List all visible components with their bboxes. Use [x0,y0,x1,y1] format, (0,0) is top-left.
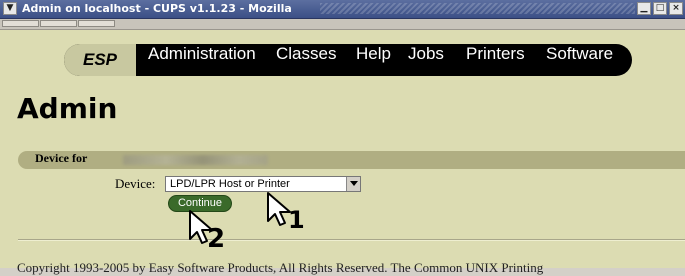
minimize-button[interactable]: ▁ [637,2,651,15]
section-label: Device for [35,151,88,165]
maximize-button[interactable]: □ [653,2,667,15]
window-title: Admin on localhost - CUPS v1.1.23 - Mozi… [22,2,292,15]
browser-tab[interactable] [2,20,39,27]
chevron-down-icon [350,181,358,186]
browser-tab[interactable] [40,20,77,27]
callout-number-1: 1 [288,206,305,234]
nav-item-jobs[interactable]: Jobs [408,44,444,76]
window-menu-button[interactable]: ▼ [3,2,17,15]
device-label: Device: [115,176,156,191]
tab-strip [0,19,685,30]
copyright-text: Copyright 1993-2005 by Easy Software Pro… [17,260,544,275]
callout-cursor-1: 1 [265,191,313,235]
close-button[interactable]: × [669,2,683,15]
device-select-value: LPD/LPR Host or Printer [170,178,290,190]
browser-tab[interactable] [78,20,115,27]
callout-number-2: 2 [207,224,226,254]
nav-item-classes[interactable]: Classes [276,44,336,76]
section-header-bar: Device for [18,151,685,169]
nav-item-printers[interactable]: Printers [466,44,525,76]
page-content: ESP Administration Classes Help Jobs Pri… [0,30,685,275]
divider [18,239,685,241]
callout-cursor-2: 2 [187,209,239,261]
nav-item-software[interactable]: Software [546,44,613,76]
nav-item-help[interactable]: Help [356,44,391,76]
nav-bar: ESP Administration Classes Help Jobs Pri… [64,44,632,76]
device-select[interactable]: LPD/LPR Host or Printer [165,176,361,192]
titlebar-stripes [320,3,635,14]
window-titlebar: ▼ Admin on localhost - CUPS v1.1.23 - Mo… [0,0,685,19]
nav-brand-esp[interactable]: ESP [64,44,136,76]
page-title: Admin [17,92,118,125]
dropdown-arrow[interactable] [346,177,360,191]
nav-item-administration[interactable]: Administration [148,44,256,76]
redacted-device-name [123,155,268,165]
